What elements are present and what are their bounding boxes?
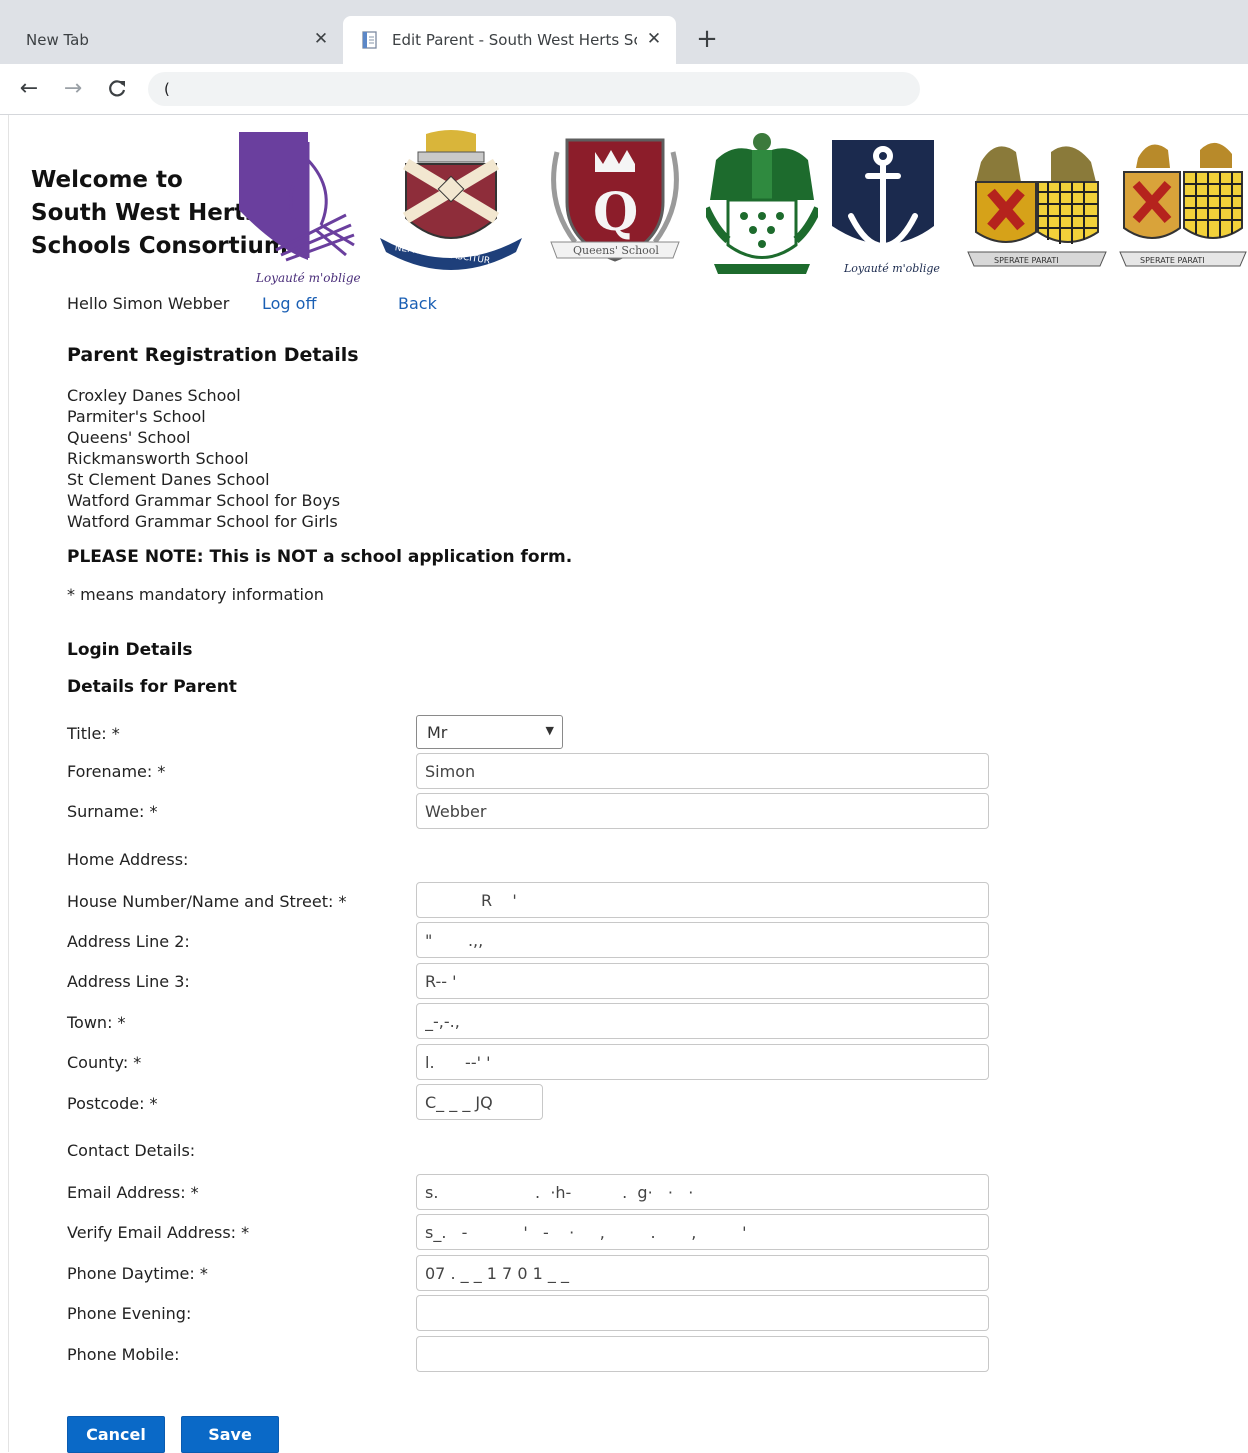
surname-input[interactable] xyxy=(416,793,989,829)
back-link[interactable]: Back xyxy=(398,294,437,313)
phone-evening-label: Phone Evening: xyxy=(67,1304,192,1323)
contact-details-label: Contact Details: xyxy=(67,1141,196,1160)
postcode-label: Postcode: * xyxy=(67,1094,158,1113)
schools-list: Croxley Danes School Parmiter's School Q… xyxy=(67,385,340,532)
street-label: House Number/Name and Street: * xyxy=(67,892,347,911)
browser-toolbar: ← → xyxy=(0,64,1248,115)
postcode-input[interactable] xyxy=(416,1084,543,1120)
tab-title: New Tab xyxy=(26,31,89,49)
tab-title: Edit Parent - South West Herts Sc xyxy=(392,31,637,49)
phone-daytime-input[interactable] xyxy=(416,1255,989,1291)
watford-grammar-girls-crest-icon: SPERATE PARATI xyxy=(1119,142,1247,267)
home-address-label: Home Address: xyxy=(67,850,189,869)
queens-school-crest-icon: Q Queens' School xyxy=(550,138,680,262)
address-line3-label: Address Line 3: xyxy=(67,972,190,991)
forward-arrow-icon[interactable]: → xyxy=(60,76,86,102)
forename-input[interactable] xyxy=(416,753,989,789)
email-label: Email Address: * xyxy=(67,1183,199,1202)
town-label: Town: * xyxy=(67,1013,126,1032)
logoff-link[interactable]: Log off xyxy=(262,294,316,313)
save-button[interactable]: Save xyxy=(181,1416,279,1453)
email-input[interactable] xyxy=(416,1174,989,1210)
phone-daytime-label: Phone Daytime: * xyxy=(67,1264,208,1283)
title-label: Title: * xyxy=(67,724,120,743)
phone-mobile-label: Phone Mobile: xyxy=(67,1345,180,1364)
street-input[interactable] xyxy=(416,882,989,918)
mandatory-note: * means mandatory information xyxy=(67,585,324,604)
verify-email-label: Verify Email Address: * xyxy=(67,1223,250,1242)
greeting-text: Hello Simon Webber xyxy=(67,294,230,313)
list-item: Rickmansworth School xyxy=(67,449,249,468)
surname-label: Surname: * xyxy=(67,802,158,821)
browser-tab-strip: New Tab ✕ Edit Parent - South West Herts… xyxy=(0,0,1248,64)
county-label: County: * xyxy=(67,1053,142,1072)
forename-label: Forename: * xyxy=(67,762,166,781)
town-input[interactable] xyxy=(416,1003,989,1039)
list-item: Watford Grammar School for Girls xyxy=(67,512,338,531)
reload-glyph xyxy=(109,80,126,97)
county-input[interactable] xyxy=(416,1044,989,1080)
list-item: St Clement Danes School xyxy=(67,470,270,489)
chevron-down-icon: ▼ xyxy=(545,724,554,737)
list-item: Parmiter's School xyxy=(67,407,206,426)
parent-details-heading: Details for Parent xyxy=(67,677,237,697)
parmiters-crest-icon: NEMO SIBI NASCITUR xyxy=(380,130,522,270)
cancel-button[interactable]: Cancel xyxy=(67,1416,165,1453)
close-icon[interactable]: ✕ xyxy=(643,28,665,50)
list-item: Croxley Danes School xyxy=(67,386,241,405)
application-note: PLEASE NOTE: This is NOT a school applic… xyxy=(67,547,573,567)
rickmansworth-crest-icon xyxy=(706,133,818,274)
list-item: Queens' School xyxy=(67,428,191,447)
svg-text:SPERATE PARATI: SPERATE PARATI xyxy=(1140,256,1205,265)
anchor-crest-icon: Loyauté m'oblige xyxy=(832,140,940,275)
reload-icon[interactable] xyxy=(104,76,130,102)
croxley-danes-crest-icon: Loyauté m'oblige xyxy=(239,132,361,285)
svg-text:Queens' School: Queens' School xyxy=(573,244,659,257)
list-item: Watford Grammar School for Boys xyxy=(67,491,341,510)
verify-email-input[interactable] xyxy=(416,1214,989,1250)
tab-new-tab[interactable]: New Tab ✕ xyxy=(10,16,340,64)
new-tab-plus-icon[interactable]: + xyxy=(694,26,720,52)
title-select[interactable]: Mr ▼ xyxy=(416,715,563,749)
svg-text:Q: Q xyxy=(593,182,638,243)
document-icon xyxy=(362,31,377,49)
page-edge-rule xyxy=(8,115,9,1452)
tab-edit-parent[interactable]: Edit Parent - South West Herts Sc ✕ xyxy=(343,16,676,64)
watford-grammar-boys-crest-icon: SPERATE PARATI xyxy=(967,146,1107,267)
address-line2-input[interactable] xyxy=(416,922,989,958)
close-icon[interactable]: ✕ xyxy=(310,28,332,50)
page-title: Parent Registration Details xyxy=(67,344,359,366)
login-details-heading: Login Details xyxy=(67,640,193,660)
svg-text:SPERATE PARATI: SPERATE PARATI xyxy=(994,256,1059,265)
svg-text:Loyauté m'oblige: Loyauté m'oblige xyxy=(255,271,361,285)
address-bar[interactable] xyxy=(148,72,920,106)
address-line2-label: Address Line 2: xyxy=(67,932,190,951)
phone-mobile-input[interactable] xyxy=(416,1336,989,1372)
phone-evening-input[interactable] xyxy=(416,1295,989,1331)
address-line3-input[interactable] xyxy=(416,963,989,999)
svg-text:Loyauté m'oblige: Loyauté m'oblige xyxy=(843,262,940,275)
title-select-value: Mr xyxy=(427,723,448,742)
back-arrow-icon[interactable]: ← xyxy=(16,76,42,102)
